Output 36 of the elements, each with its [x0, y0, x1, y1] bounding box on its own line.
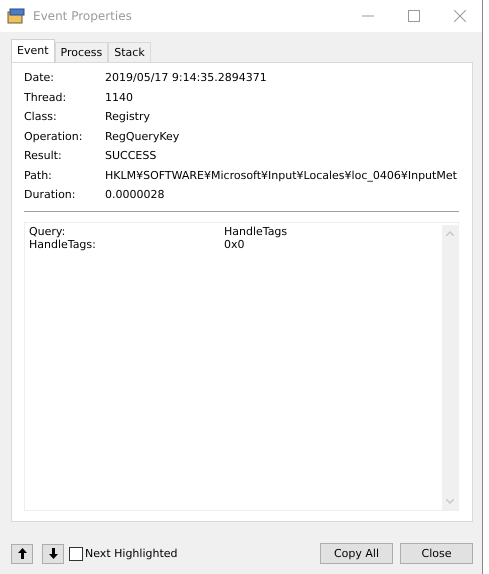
- scrollbar[interactable]: [442, 224, 458, 510]
- window-title: Event Properties: [33, 9, 132, 23]
- field-value: HKLM¥SOFTWARE¥Microsoft¥Input¥Locales¥loc_0406¥InputMet: [105, 168, 458, 183]
- copy-all-button[interactable]: Copy All: [320, 543, 393, 564]
- scroll-up-icon[interactable]: [446, 230, 454, 236]
- checkbox-label[interactable]: Next Highlighted: [85, 547, 178, 560]
- field-value: RegQueryKey: [105, 130, 180, 144]
- field-value: 2019/05/17 9:14:35.2894371: [105, 71, 268, 86]
- window-icon: [7, 8, 25, 24]
- field-label: Result:: [24, 149, 63, 164]
- scroll-down-icon[interactable]: [446, 499, 454, 504]
- checkbox[interactable]: [69, 546, 83, 560]
- detail-value: 0x0: [224, 238, 246, 250]
- field-label: Class:: [24, 110, 58, 124]
- tab[interactable]: Event: [11, 39, 55, 62]
- field-value: 0.0000028: [105, 188, 166, 202]
- field-value: 1140: [105, 90, 134, 105]
- down-arrow-icon: [48, 548, 58, 559]
- detail-name: Query:: [29, 224, 66, 238]
- tab[interactable]: Process: [54, 42, 108, 62]
- up-arrow-icon: [18, 548, 26, 559]
- field-label: Date:: [24, 71, 55, 86]
- field-label: Path:: [24, 168, 53, 183]
- tab[interactable]: Stack: [108, 42, 151, 62]
- close-button[interactable]: Close: [400, 543, 473, 564]
- field-label: Thread:: [24, 90, 68, 105]
- up-button[interactable]: [11, 544, 33, 564]
- field-label: Duration:: [24, 188, 76, 202]
- field-value: SUCCESS: [105, 149, 158, 164]
- close-icon[interactable]: [454, 10, 466, 22]
- detail-value: HandleTags: [224, 224, 288, 238]
- field-value: Registry: [105, 110, 152, 124]
- down-button[interactable]: [42, 544, 64, 564]
- detail-name: HandleTags:: [29, 238, 97, 250]
- field-label: Operation:: [24, 130, 84, 144]
- maximize-icon[interactable]: [408, 10, 420, 22]
